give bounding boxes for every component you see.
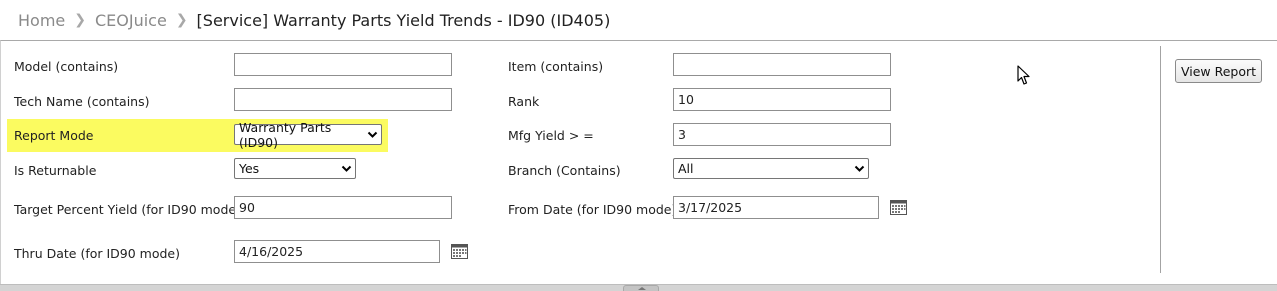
model-input[interactable] bbox=[234, 53, 452, 76]
breadcrumb-home-link[interactable]: Home bbox=[18, 11, 65, 30]
chevron-right-icon: ❯ bbox=[175, 12, 188, 28]
breadcrumb: Home ❯ CEOJuice ❯ [Service] Warranty Par… bbox=[0, 0, 1277, 40]
thru-date-label: Thru Date (for ID90 mode) bbox=[14, 246, 180, 261]
model-label: Model (contains) bbox=[14, 59, 119, 74]
report-mode-selected-value: Warranty Parts (ID90) bbox=[239, 119, 332, 150]
branch-select[interactable]: All bbox=[673, 158, 869, 179]
rank-label: Rank bbox=[508, 94, 540, 109]
page-title: [Service] Warranty Parts Yield Trends - … bbox=[196, 10, 611, 30]
mouse-pointer-icon bbox=[1017, 65, 1030, 85]
branch-selected-value: All bbox=[678, 161, 694, 176]
branch-label: Branch (Contains) bbox=[508, 163, 621, 178]
calendar-icon[interactable] bbox=[451, 243, 468, 259]
panel-divider bbox=[1160, 46, 1161, 273]
is-returnable-select[interactable]: Yes bbox=[234, 158, 356, 179]
breadcrumb-ceojuice-link[interactable]: CEOJuice bbox=[95, 11, 167, 30]
target-percent-yield-label: Target Percent Yield (for ID90 mode) bbox=[14, 202, 241, 217]
collapse-handle[interactable] bbox=[623, 285, 659, 291]
target-percent-yield-input[interactable]: 90 bbox=[234, 196, 452, 219]
is-returnable-label: Is Returnable bbox=[14, 163, 97, 178]
thru-date-input[interactable]: 4/16/2025 bbox=[234, 240, 440, 263]
mfg-yield-input[interactable]: 3 bbox=[673, 123, 891, 146]
rank-input[interactable]: 10 bbox=[673, 88, 891, 111]
chevron-right-icon: ❯ bbox=[74, 12, 86, 28]
chevron-down-icon bbox=[341, 163, 352, 174]
mfg-yield-label: Mfg Yield > = bbox=[508, 128, 594, 143]
is-returnable-selected-value: Yes bbox=[239, 161, 260, 176]
from-date-label: From Date (for ID90 mode) bbox=[508, 202, 677, 217]
tech-name-input[interactable] bbox=[234, 88, 452, 111]
view-report-button[interactable]: View Report bbox=[1175, 59, 1262, 83]
report-parameters-panel bbox=[0, 40, 1277, 284]
calendar-icon[interactable] bbox=[890, 199, 907, 215]
report-mode-select[interactable]: Warranty Parts (ID90) bbox=[234, 120, 382, 150]
item-label: Item (contains) bbox=[508, 59, 604, 74]
chevron-down-icon bbox=[367, 129, 378, 140]
from-date-input[interactable]: 3/17/2025 bbox=[673, 196, 879, 219]
tech-name-label: Tech Name (contains) bbox=[14, 94, 150, 109]
chevron-down-icon bbox=[854, 163, 865, 174]
report-mode-label: Report Mode bbox=[14, 128, 94, 143]
item-input[interactable] bbox=[673, 53, 891, 76]
